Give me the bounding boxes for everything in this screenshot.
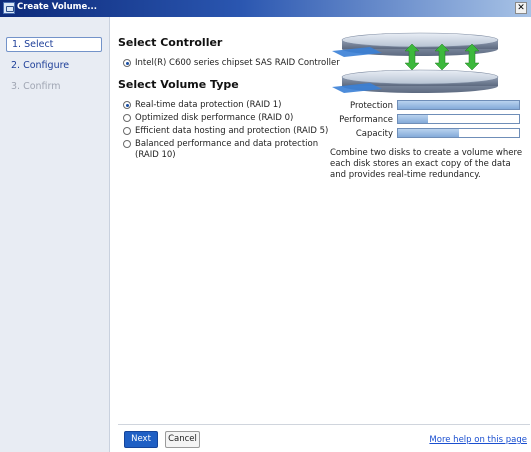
performance-meter — [397, 114, 520, 124]
protection-label: Protection — [349, 101, 393, 111]
capacity-label: Capacity — [355, 129, 393, 139]
disk-volume-icon — [3, 2, 15, 14]
footer-divider — [118, 424, 530, 425]
volume-type-description: Combine two disks to create a volume whe… — [330, 148, 523, 180]
step-configure[interactable]: 2. Configure — [6, 58, 102, 73]
help-link[interactable]: More help on this page — [429, 435, 527, 445]
next-button[interactable]: Next — [124, 431, 158, 448]
volume-option-label: Efficient data hosting and protection (R… — [135, 126, 329, 136]
raid-mirror-disks-illustration — [332, 32, 499, 93]
radio-button[interactable] — [123, 114, 131, 122]
step-select[interactable]: 1. Select — [6, 37, 102, 52]
volume-option-raid5[interactable]: Efficient data hosting and protection (R… — [123, 126, 328, 137]
wizard-sidebar: 1. Select 2. Configure 3. Confirm — [0, 17, 110, 452]
step-confirm: 3. Confirm — [11, 81, 61, 92]
volume-option-raid0[interactable]: Optimized disk performance (RAID 0) — [123, 113, 293, 124]
volume-option-label: Real-time data protection (RAID 1) — [135, 100, 282, 110]
radio-button[interactable] — [123, 140, 131, 148]
radio-button[interactable] — [123, 59, 131, 67]
controller-option[interactable]: Intel(R) C600 series chipset SAS RAID Co… — [123, 58, 340, 69]
controller-option-label: Intel(R) C600 series chipset SAS RAID Co… — [135, 58, 340, 68]
title-bar: Create Volume... ✕ — [0, 0, 531, 17]
sync-arrows-icon — [404, 43, 480, 71]
controller-heading: Select Controller — [118, 36, 223, 49]
cancel-button[interactable]: Cancel — [165, 431, 200, 448]
protection-meter — [397, 100, 520, 110]
volume-option-raid10[interactable]: Balanced performance and data protection… — [123, 139, 333, 161]
volume-option-raid1[interactable]: Real-time data protection (RAID 1) — [123, 100, 281, 111]
close-button[interactable]: ✕ — [515, 2, 527, 14]
performance-label: Performance — [339, 115, 393, 125]
capacity-meter — [397, 128, 520, 138]
volume-type-heading: Select Volume Type — [118, 78, 239, 91]
radio-button[interactable] — [123, 127, 131, 135]
window-title: Create Volume... — [17, 2, 97, 12]
volume-option-label: Optimized disk performance (RAID 0) — [135, 113, 294, 123]
volume-option-label: Balanced performance and data protection… — [135, 139, 319, 160]
radio-button[interactable] — [123, 101, 131, 109]
